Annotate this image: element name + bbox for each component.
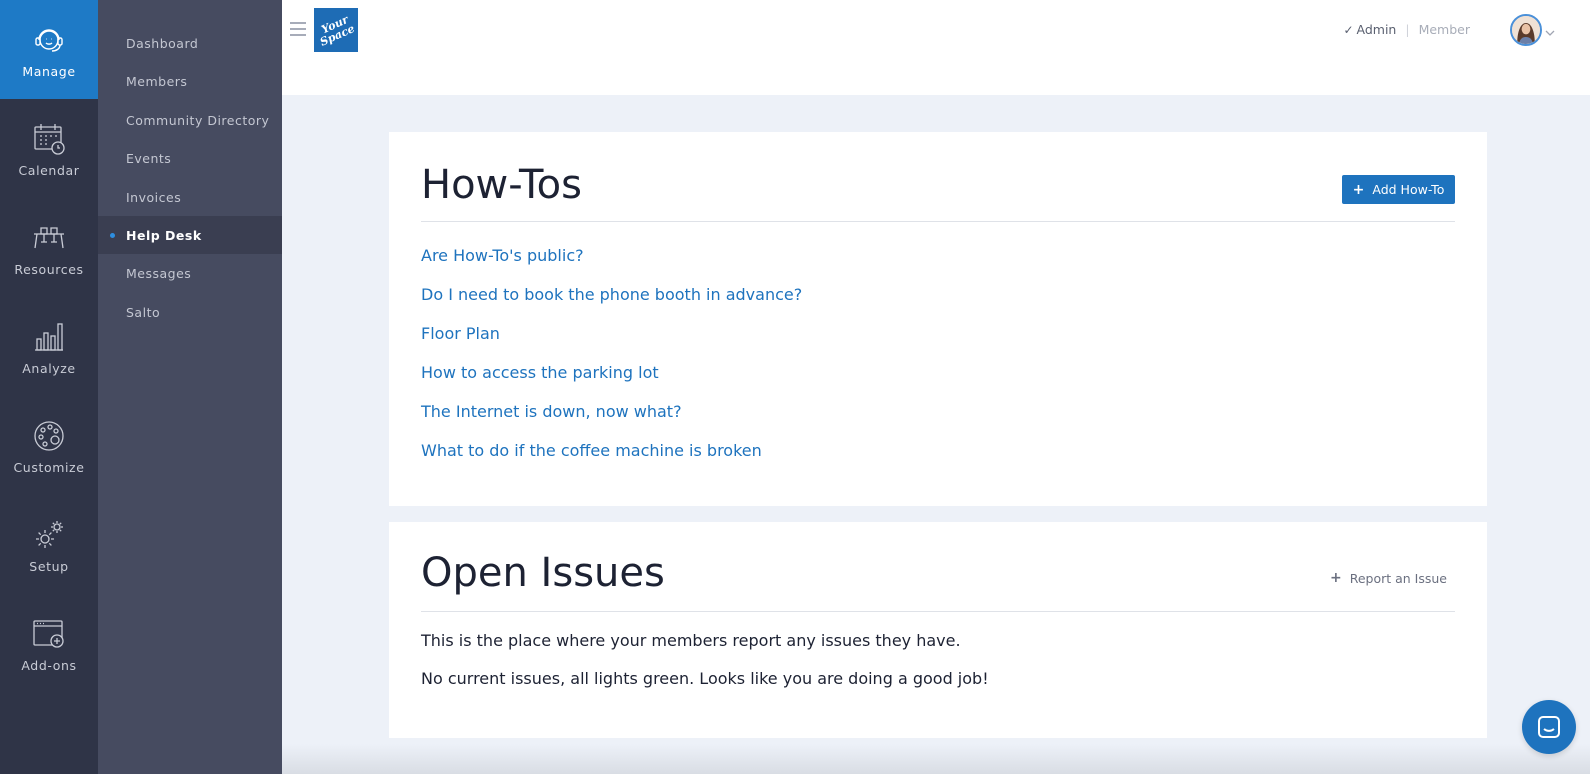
howto-link[interactable]: How to access the parking lot bbox=[421, 361, 802, 400]
gears-icon bbox=[36, 521, 63, 548]
rail-item-customize[interactable]: Customize bbox=[0, 396, 98, 495]
main-rail: Manage Calendar Resources Analyze Custom… bbox=[0, 0, 98, 774]
rail-item-setup[interactable]: Setup bbox=[0, 495, 98, 594]
rail-item-add-ons[interactable]: Add-ons bbox=[0, 594, 98, 693]
subnav-label: Events bbox=[126, 150, 172, 166]
brand-logo[interactable]: Your Space bbox=[314, 8, 358, 52]
palette-icon bbox=[34, 421, 64, 451]
rail-label: Resources bbox=[14, 262, 84, 277]
rail-item-manage[interactable]: Manage bbox=[0, 0, 98, 99]
howto-link[interactable]: Are How-To's public? bbox=[421, 244, 802, 283]
subnav-label: Members bbox=[126, 73, 188, 89]
subnav-item-help-desk[interactable]: Help Desk bbox=[98, 216, 282, 254]
subnav-item-salto[interactable]: Salto bbox=[98, 293, 282, 331]
add-how-to-button[interactable]: + Add How-To bbox=[1342, 175, 1455, 204]
check-icon: ✓ bbox=[1343, 22, 1354, 37]
subnav-label: Community Directory bbox=[126, 112, 270, 128]
role-separator: | bbox=[1405, 22, 1410, 37]
howtos-card: How-Tos + Add How-To Are How-To's public… bbox=[389, 132, 1487, 506]
subnav-label: Messages bbox=[126, 265, 192, 281]
rail-label: Customize bbox=[13, 460, 85, 475]
role-switcher: ✓ Admin | Member bbox=[1343, 22, 1470, 37]
headset-icon bbox=[35, 29, 63, 52]
window-plus-icon bbox=[33, 620, 64, 648]
sub-navigation: Dashboard Members Community Directory Ev… bbox=[98, 0, 282, 774]
subnav-item-events[interactable]: Events bbox=[98, 139, 282, 177]
rail-item-resources[interactable]: Resources bbox=[0, 198, 98, 297]
rail-label: Analyze bbox=[22, 361, 76, 376]
top-header: Your Space ✓ Admin | Member bbox=[282, 0, 1590, 95]
subnav-label: Salto bbox=[126, 304, 161, 320]
report-issue-label: Report an Issue bbox=[1349, 570, 1447, 586]
howtos-title: How-Tos bbox=[421, 162, 582, 208]
divider bbox=[421, 611, 1455, 612]
subnav-item-messages[interactable]: Messages bbox=[98, 254, 282, 292]
user-avatar[interactable] bbox=[1510, 14, 1542, 46]
rail-label: Calendar bbox=[18, 163, 80, 178]
avatar-portrait-icon bbox=[1512, 16, 1540, 44]
role-admin-label: Admin bbox=[1356, 22, 1397, 37]
role-member-option[interactable]: Member bbox=[1419, 22, 1470, 37]
chat-icon bbox=[1538, 716, 1560, 738]
subnav-item-community-directory[interactable]: Community Directory bbox=[98, 101, 282, 139]
rail-item-calendar[interactable]: Calendar bbox=[0, 99, 98, 198]
issues-status: No current issues, all lights green. Loo… bbox=[421, 669, 989, 688]
howto-list: Are How-To's public? Do I need to book t… bbox=[421, 244, 802, 478]
rail-label: Add-ons bbox=[21, 658, 77, 673]
open-issues-title: Open Issues bbox=[421, 550, 665, 596]
active-indicator bbox=[110, 233, 115, 238]
subnav-item-dashboard[interactable]: Dashboard bbox=[98, 24, 282, 62]
add-how-to-label: Add How-To bbox=[1372, 182, 1445, 197]
howto-link[interactable]: Do I need to book the phone booth in adv… bbox=[421, 283, 802, 322]
plus-icon: + bbox=[1329, 570, 1342, 586]
plus-icon: + bbox=[1352, 181, 1365, 198]
chat-launcher-button[interactable] bbox=[1522, 700, 1576, 754]
rail-item-analyze[interactable]: Analyze bbox=[0, 297, 98, 396]
subnav-item-members[interactable]: Members bbox=[98, 62, 282, 100]
divider bbox=[421, 221, 1455, 222]
calendar-icon bbox=[34, 124, 65, 155]
subnav-label: Invoices bbox=[126, 189, 182, 205]
report-issue-button[interactable]: + Report an Issue bbox=[1330, 570, 1447, 586]
rail-label: Setup bbox=[29, 559, 69, 574]
bottom-shade bbox=[282, 744, 1590, 774]
rail-label: Manage bbox=[22, 64, 76, 79]
subnav-label: Help Desk bbox=[126, 227, 202, 243]
subnav-label: Dashboard bbox=[126, 35, 199, 51]
howto-link[interactable]: What to do if the coffee machine is brok… bbox=[421, 439, 802, 478]
role-admin-option[interactable]: ✓ Admin bbox=[1343, 22, 1396, 37]
subnav-item-invoices[interactable]: Invoices bbox=[98, 178, 282, 216]
howto-link[interactable]: Floor Plan bbox=[421, 322, 802, 361]
open-issues-card: Open Issues + Report an Issue This is th… bbox=[389, 522, 1487, 738]
chevron-down-icon[interactable] bbox=[1544, 24, 1556, 36]
howto-link[interactable]: The Internet is down, now what? bbox=[421, 400, 802, 439]
desk-chairs-icon bbox=[34, 227, 64, 249]
issues-description: This is the place where your members rep… bbox=[421, 631, 961, 650]
bar-chart-icon bbox=[35, 323, 63, 351]
hamburger-menu-icon[interactable] bbox=[290, 22, 306, 36]
